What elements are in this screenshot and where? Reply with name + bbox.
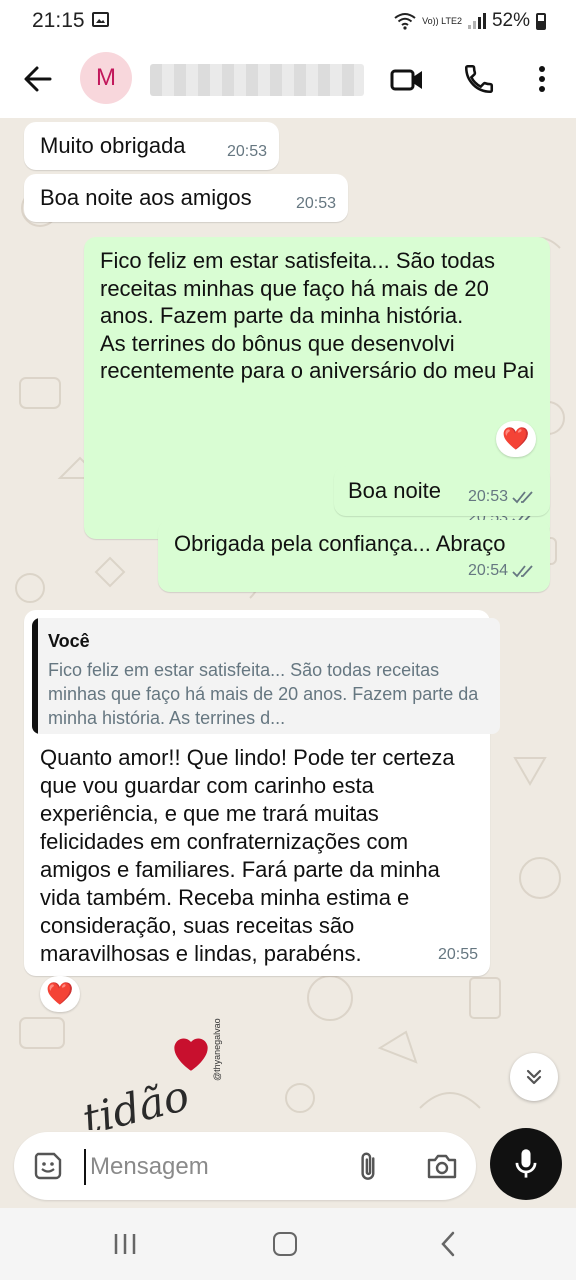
message-bubble-incoming[interactable]: Você Fico feliz em estar satisfeita... S… [24,610,500,976]
camera-icon[interactable] [426,1152,458,1180]
status-indicators: Vo)) LTE2 52% [394,10,546,32]
recent-apps-icon[interactable] [112,1232,138,1256]
message-text: Obrigada pela confiança... Abraço [174,531,506,556]
double-check-icon [512,564,533,577]
paperclip-icon[interactable] [356,1150,382,1184]
more-vertical-icon[interactable] [532,64,552,94]
message-time: 20:55 [437,946,478,963]
arrow-left-icon[interactable] [20,61,56,97]
message-time: 20:53 [226,143,267,160]
message-text: Fico feliz em estar satisfeita... São to… [100,248,535,383]
message-bubble-outgoing[interactable]: Boa noite 20:53 [334,466,550,516]
heart-emoji: ❤️ [46,981,74,1006]
message-time: 20:54 [467,562,508,579]
status-time: 21:15 [32,9,85,32]
battery-icon [536,12,546,30]
heart-emoji: ❤️ [502,426,530,451]
text-cursor [84,1149,86,1185]
sticker-handle: @thyanegalvao [212,1018,222,1081]
signal-icon [467,13,486,29]
phone-icon[interactable] [462,62,496,96]
chevron-double-down-icon [526,1069,542,1085]
quote-author: Você [48,631,90,651]
message-meta: 20:54 [468,557,536,584]
reaction-heart[interactable]: ❤️ [496,421,536,457]
scroll-to-bottom-button[interactable] [510,1053,558,1101]
contact-name-redacted[interactable] [150,64,364,96]
quoted-message[interactable]: Você Fico feliz em estar satisfeita... S… [32,618,500,734]
message-composer [14,1132,476,1200]
network-label: Vo)) LTE2 [422,15,462,26]
message-text: Boa noite [348,478,441,503]
double-check-icon [512,490,533,503]
battery-percent: 52% [491,10,530,31]
sticker-word: tidão [77,1070,194,1130]
message-bubble-outgoing[interactable]: Obrigada pela confiança... Abraço 20:54 [158,520,550,592]
reaction-heart[interactable]: ❤️ [40,976,80,1012]
message-bubble-incoming[interactable]: Boa noite aos amigos 20:53 [24,174,348,222]
sticker-icon[interactable] [32,1150,64,1182]
chat-area[interactable]: Muito obrigada 20:53 Boa noite aos amigo… [0,118,576,1130]
home-icon[interactable] [273,1232,297,1256]
chat-header: M [0,44,576,118]
message-text: Quanto amor!! Que lindo! Pode ter certez… [40,745,455,966]
mic-button[interactable] [490,1128,562,1200]
message-meta: 20:53 [227,138,267,165]
message-bubble-incoming[interactable]: Muito obrigada 20:53 [24,122,279,170]
message-meta: 20:53 [468,483,536,510]
message-time: 20:53 [295,195,336,212]
message-time: 20:53 [467,488,508,505]
message-text: Boa noite aos amigos [40,185,252,210]
system-navigation-bar [0,1208,576,1280]
message-input[interactable] [88,1144,352,1190]
quote-text: Fico feliz em estar satisfeita... São to… [48,660,479,728]
message-meta: 20:55 [438,941,478,968]
gallery-notification-icon [92,12,109,27]
sticker-image[interactable]: tidão @thyanegalvao [70,1018,240,1130]
mic-icon [515,1149,537,1178]
message-meta: 20:53 [296,190,336,217]
nav-back-icon[interactable] [438,1230,458,1258]
message-text: Muito obrigada [40,133,186,158]
status-bar: 21:15 Vo)) LTE2 52% [0,0,576,44]
wifi-icon [394,13,416,30]
quote-accent-bar [32,618,38,734]
video-camera-icon[interactable] [390,65,424,95]
avatar[interactable]: M [80,52,132,104]
heart-icon [174,1038,208,1071]
